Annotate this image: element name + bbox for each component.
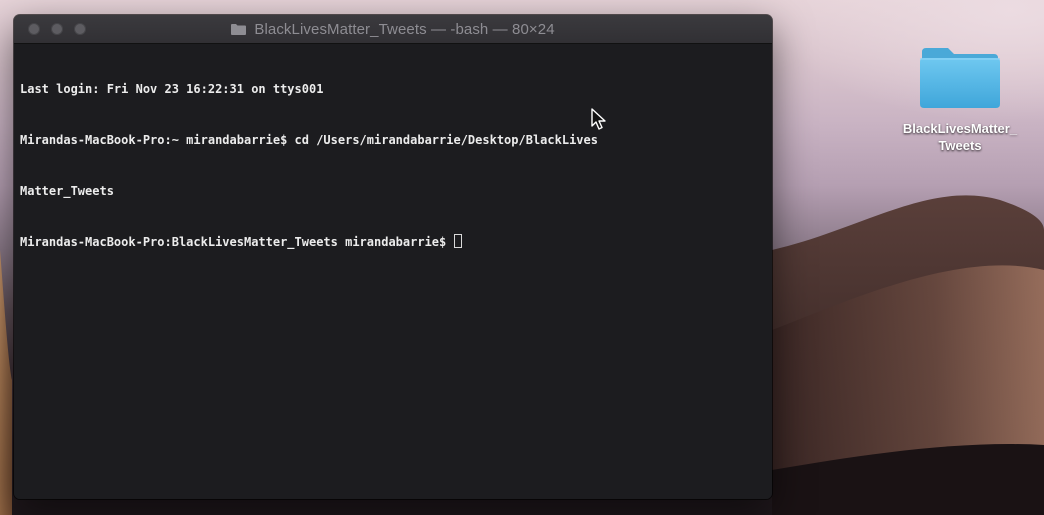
mouse-pointer-icon: [591, 108, 606, 130]
terminal-window[interactable]: BlackLivesMatter_Tweets — -bash — 80×24 …: [14, 15, 772, 499]
desktop: BlackLivesMatter_Tweets — -bash — 80×24 …: [0, 0, 1044, 515]
folder-label-line2: Tweets: [938, 138, 982, 153]
folder-icon: [920, 48, 1000, 108]
folder-label: BlackLivesMatter_ Tweets: [880, 120, 1040, 154]
folder-label-line1: BlackLivesMatter_: [902, 121, 1018, 136]
terminal-prompt-line: Mirandas-MacBook-Pro:BlackLivesMatter_Tw…: [20, 234, 766, 251]
terminal-line: Mirandas-MacBook-Pro:~ mirandabarrie$ cd…: [20, 133, 598, 147]
text-cursor: [454, 234, 463, 248]
title-bar[interactable]: BlackLivesMatter_Tweets — -bash — 80×24: [14, 15, 772, 44]
terminal-line: Matter_Tweets: [20, 184, 114, 198]
terminal-line: Last login: Fri Nov 23 16:22:31 on ttys0…: [20, 82, 324, 96]
folder-icon: [231, 23, 247, 35]
desktop-folder[interactable]: BlackLivesMatter_ Tweets: [880, 44, 1040, 154]
terminal-output[interactable]: Last login: Fri Nov 23 16:22:31 on ttys0…: [14, 44, 772, 499]
window-title-text: BlackLivesMatter_Tweets — -bash — 80×24: [254, 20, 555, 38]
terminal-prompt: Mirandas-MacBook-Pro:BlackLivesMatter_Tw…: [20, 235, 454, 249]
window-title: BlackLivesMatter_Tweets — -bash — 80×24: [14, 15, 772, 43]
